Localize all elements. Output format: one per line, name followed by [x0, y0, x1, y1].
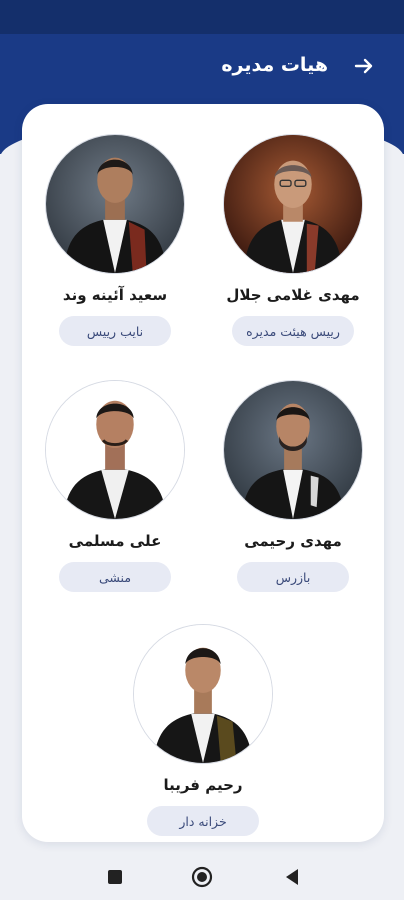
member-card[interactable]: مهدی غلامی جلال رییس هیئت مدیره	[218, 134, 368, 346]
member-name: مهدی غلامی جلال	[226, 286, 360, 304]
member-card[interactable]: سعید آئینه وند نایب رییس	[40, 134, 190, 346]
back-button[interactable]	[348, 50, 380, 82]
back-nav-button[interactable]	[281, 866, 303, 888]
member-photo	[223, 134, 363, 274]
board-card: مهدی غلامی جلال رییس هیئت مدیره سعید آئی…	[22, 104, 384, 842]
member-name: سعید آئینه وند	[62, 286, 168, 304]
portrait-icon	[224, 381, 362, 519]
status-bar	[0, 0, 404, 34]
member-photo	[133, 624, 273, 764]
member-role-badge[interactable]: نایب رییس	[59, 316, 171, 346]
portrait-icon	[224, 135, 362, 273]
portrait-icon	[134, 625, 272, 763]
arrow-right-icon	[354, 58, 373, 74]
recent-apps-button[interactable]	[104, 866, 126, 888]
triangle-back-icon	[286, 869, 298, 885]
member-name: علی مسلمی	[68, 532, 162, 550]
member-photo	[45, 380, 185, 520]
portrait-icon	[46, 135, 184, 273]
circle-icon	[191, 866, 213, 888]
member-card[interactable]: رحیم فریبا خزانه دار	[128, 624, 278, 836]
portrait-icon	[46, 381, 184, 519]
member-role-badge[interactable]: رییس هیئت مدیره	[232, 316, 354, 346]
page-title: هیات مدیره	[221, 54, 328, 76]
system-nav-bar	[0, 852, 404, 900]
member-role-badge[interactable]: خزانه دار	[147, 806, 259, 836]
member-card[interactable]: علی مسلمی منشی	[40, 380, 190, 592]
member-name: مهدی رحیمی	[244, 532, 342, 550]
member-card[interactable]: مهدی رحیمی بازرس	[218, 380, 368, 592]
member-role-badge[interactable]: بازرس	[237, 562, 349, 592]
home-button[interactable]	[191, 866, 213, 888]
member-photo	[223, 380, 363, 520]
square-icon	[108, 870, 122, 884]
member-name: رحیم فریبا	[163, 776, 243, 794]
member-photo	[45, 134, 185, 274]
member-role-badge[interactable]: منشی	[59, 562, 171, 592]
